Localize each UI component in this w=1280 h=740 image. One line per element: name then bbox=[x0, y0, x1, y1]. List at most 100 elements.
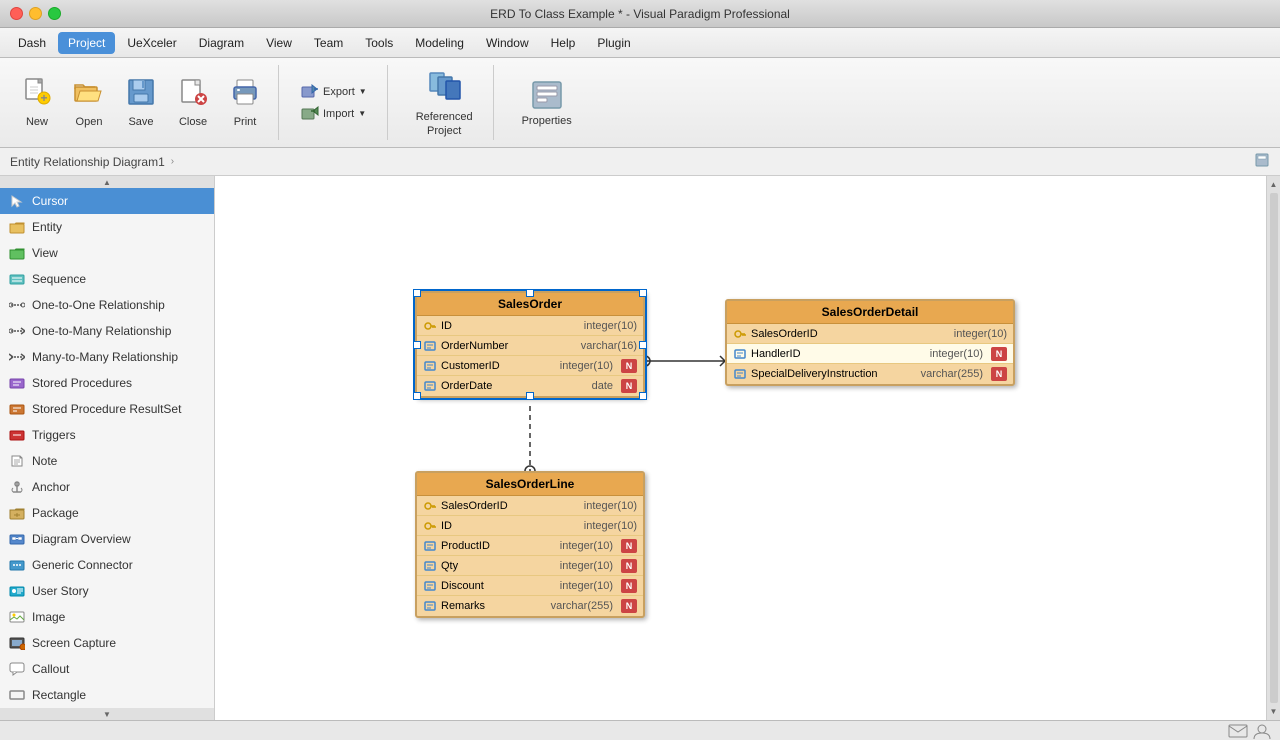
import-button[interactable]: Import ▼ bbox=[293, 104, 375, 124]
sidebar-item-package-label: Package bbox=[32, 506, 79, 520]
sidebar-item-screen-capture[interactable]: Screen Capture bbox=[0, 630, 214, 656]
sidebar-item-note-label: Note bbox=[32, 454, 57, 468]
open-icon bbox=[73, 77, 105, 114]
import-icon bbox=[301, 106, 319, 122]
new-label: New bbox=[26, 116, 48, 128]
sidebar-item-callout-label: Callout bbox=[32, 662, 69, 676]
close-icon bbox=[177, 77, 209, 114]
properties-button[interactable]: Properties bbox=[514, 74, 580, 131]
sidebar-item-diagram-overview[interactable]: Diagram Overview bbox=[0, 526, 214, 552]
sidebar-item-stored-procedure-resultset[interactable]: Stored Procedure ResultSet bbox=[0, 396, 214, 422]
sales-order-detail-entity[interactable]: SalesOrderDetail SalesOrderID integer(10… bbox=[725, 299, 1015, 386]
menu-modeling[interactable]: Modeling bbox=[405, 32, 474, 54]
menu-team[interactable]: Team bbox=[304, 32, 353, 54]
export-button[interactable]: Export ▼ bbox=[293, 82, 375, 102]
sales-order-detail-field-handlerid: HandlerID integer(10) N bbox=[727, 344, 1013, 364]
menu-project[interactable]: Project bbox=[58, 32, 115, 54]
toolbar-io-group: Export ▼ Import ▼ bbox=[287, 65, 388, 140]
breadcrumb-text: Entity Relationship Diagram1 bbox=[10, 155, 165, 169]
sequence-icon bbox=[8, 270, 26, 288]
sidebar-item-triggers-label: Triggers bbox=[32, 428, 76, 442]
canvas[interactable]: SalesOrder ID integer(10) OrderNumber va… bbox=[215, 176, 1266, 720]
user-icon[interactable] bbox=[1252, 723, 1272, 739]
sales-order-line-entity[interactable]: SalesOrderLine SalesOrderID integer(10) … bbox=[415, 471, 645, 618]
menu-uexceler[interactable]: UeXceler bbox=[117, 32, 186, 54]
sidebar-scroll-down[interactable]: ▼ bbox=[0, 708, 214, 720]
sidebar-item-image[interactable]: Image bbox=[0, 604, 214, 630]
sidebar-item-generic-connector[interactable]: Generic Connector bbox=[0, 552, 214, 578]
handle-bl[interactable] bbox=[413, 392, 421, 400]
sidebar-item-sequence[interactable]: Sequence bbox=[0, 266, 214, 292]
new-button[interactable]: + New bbox=[12, 68, 62, 138]
close-button[interactable]: Close bbox=[168, 68, 218, 138]
toolbar-ref-group: ReferencedProject bbox=[396, 65, 494, 140]
many-to-many-icon bbox=[8, 348, 26, 366]
handle-tc[interactable] bbox=[526, 289, 534, 297]
key-icon-sol-id bbox=[423, 519, 437, 533]
menu-view[interactable]: View bbox=[256, 32, 302, 54]
sidebar-item-stored-procedures[interactable]: Stored Procedures bbox=[0, 370, 214, 396]
sidebar-scroll-up[interactable]: ▲ bbox=[0, 176, 214, 188]
sidebar-item-note[interactable]: Note bbox=[0, 448, 214, 474]
sidebar-item-user-story[interactable]: User Story bbox=[0, 578, 214, 604]
scroll-right-up[interactable]: ▲ bbox=[1268, 178, 1280, 191]
sidebar-item-one-to-many[interactable]: One-to-Many Relationship bbox=[0, 318, 214, 344]
referenced-project-label: ReferencedProject bbox=[416, 111, 473, 137]
menubar: Dash Project UeXceler Diagram View Team … bbox=[0, 28, 1280, 58]
mail-icon[interactable] bbox=[1228, 723, 1248, 739]
sidebar-item-entity[interactable]: Entity bbox=[0, 214, 214, 240]
sidebar-item-user-story-label: User Story bbox=[32, 584, 89, 598]
sidebar-item-package[interactable]: Package bbox=[0, 500, 214, 526]
breadcrumb-bar: Entity Relationship Diagram1 › bbox=[0, 148, 1280, 176]
scroll-right-down[interactable]: ▼ bbox=[1268, 705, 1280, 718]
sidebar-item-callout[interactable]: Callout bbox=[0, 656, 214, 682]
sidebar-item-entity-label: Entity bbox=[32, 220, 62, 234]
sidebar-item-many-to-many[interactable]: Many-to-Many Relationship bbox=[0, 344, 214, 370]
null-badge-qty: N bbox=[621, 559, 637, 573]
handle-br[interactable] bbox=[639, 392, 647, 400]
sidebar-item-view[interactable]: View bbox=[0, 240, 214, 266]
close-window-btn[interactable] bbox=[10, 7, 23, 20]
menu-dash[interactable]: Dash bbox=[8, 32, 56, 54]
sidebar-item-many-to-many-label: Many-to-Many Relationship bbox=[32, 350, 178, 364]
menu-diagram[interactable]: Diagram bbox=[189, 32, 254, 54]
right-scrollbar[interactable]: ▲ ▼ bbox=[1266, 176, 1280, 720]
view-icon bbox=[8, 244, 26, 262]
handle-tr[interactable] bbox=[639, 289, 647, 297]
sidebar-item-one-to-one[interactable]: One-to-One Relationship bbox=[0, 292, 214, 318]
menu-plugin[interactable]: Plugin bbox=[587, 32, 640, 54]
sidebar-item-cursor-label: Cursor bbox=[32, 194, 68, 208]
handle-ml[interactable] bbox=[413, 341, 421, 349]
save-label: Save bbox=[128, 116, 153, 128]
export-import-container: Export ▼ Import ▼ bbox=[293, 82, 375, 124]
save-button[interactable]: Save bbox=[116, 68, 166, 138]
key-icon-sol-soid bbox=[423, 499, 437, 513]
sales-order-line-header: SalesOrderLine bbox=[417, 473, 643, 496]
handle-mr[interactable] bbox=[639, 341, 647, 349]
handle-bc[interactable] bbox=[526, 392, 534, 400]
entity-icon bbox=[8, 218, 26, 236]
sidebar-item-cursor[interactable]: Cursor bbox=[0, 188, 214, 214]
handle-tl[interactable] bbox=[413, 289, 421, 297]
open-button[interactable]: Open bbox=[64, 68, 114, 138]
sidebar-item-image-label: Image bbox=[32, 610, 65, 624]
sol-field-qty: Qty integer(10) N bbox=[417, 556, 643, 576]
sales-order-entity[interactable]: SalesOrder ID integer(10) OrderNumber va… bbox=[415, 291, 645, 398]
minimize-window-btn[interactable] bbox=[29, 7, 42, 20]
sol-field-discount: Discount integer(10) N bbox=[417, 576, 643, 596]
referenced-project-button[interactable]: ReferencedProject bbox=[408, 63, 481, 142]
menu-help[interactable]: Help bbox=[541, 32, 586, 54]
menu-tools[interactable]: Tools bbox=[355, 32, 403, 54]
field-icon-discount bbox=[423, 579, 437, 593]
export-icon bbox=[301, 84, 319, 100]
menu-window[interactable]: Window bbox=[476, 32, 539, 54]
sidebar-item-stored-procedure-resultset-label: Stored Procedure ResultSet bbox=[32, 402, 181, 416]
sidebar-item-rectangle[interactable]: Rectangle bbox=[0, 682, 214, 708]
breadcrumb-diagram-icon bbox=[1254, 152, 1270, 171]
sidebar-item-anchor[interactable]: Anchor bbox=[0, 474, 214, 500]
print-button[interactable]: Print bbox=[220, 68, 270, 138]
maximize-window-btn[interactable] bbox=[48, 7, 61, 20]
diagram-overview-icon bbox=[8, 530, 26, 548]
sidebar-item-triggers[interactable]: Triggers bbox=[0, 422, 214, 448]
key-icon-sod-id bbox=[733, 327, 747, 341]
